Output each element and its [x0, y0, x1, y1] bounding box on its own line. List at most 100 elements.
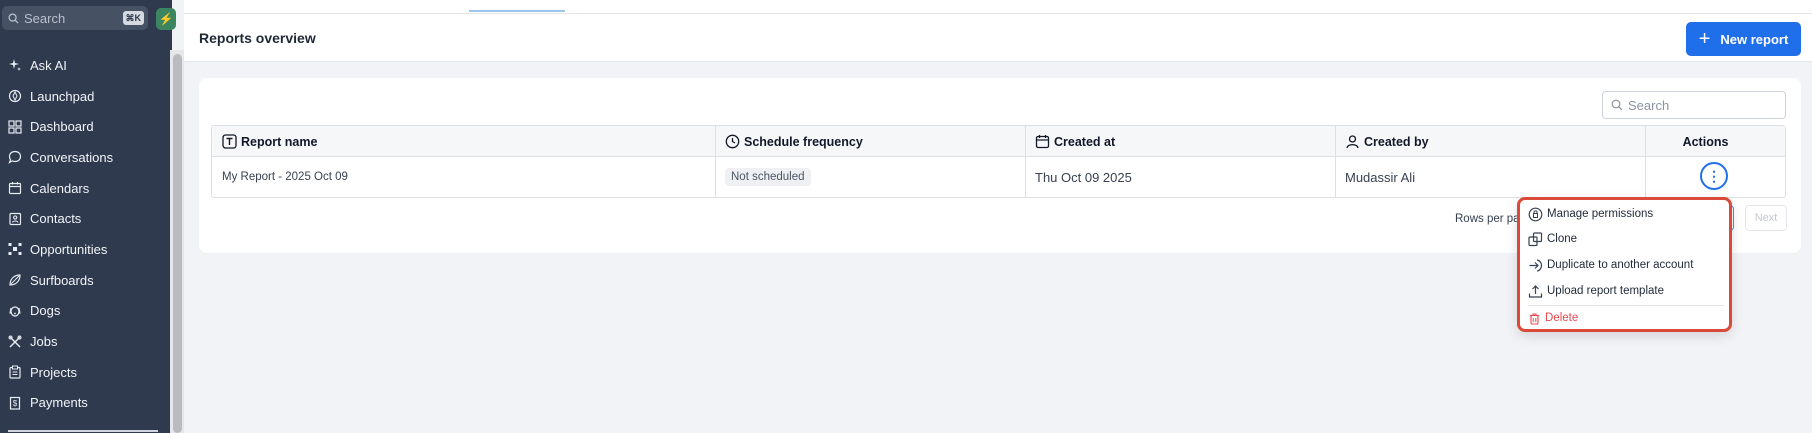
sidebar-item-payments[interactable]: $ Payments — [0, 388, 170, 419]
sidebar-item-label: Dogs — [30, 303, 61, 319]
sidebar-item-dogs[interactable]: Dogs — [0, 296, 170, 327]
sidebar-item-dashboard[interactable]: Dashboard — [0, 111, 170, 142]
sidebar-item-surfboards[interactable]: Surfboards — [0, 265, 170, 296]
sidebar-search-placeholder: Search — [24, 10, 66, 26]
column-header-created-at[interactable]: Created at — [1035, 126, 1115, 157]
permissions-icon — [1528, 207, 1543, 221]
calendar-icon — [1035, 135, 1050, 149]
duplicate-icon — [1529, 258, 1543, 272]
user-icon — [1346, 135, 1359, 149]
column-divider — [1025, 126, 1026, 197]
sidebar-divider — [8, 430, 158, 432]
sidebar-item-ask-ai[interactable]: Ask AI — [0, 50, 170, 81]
sidebar-item-label: Dashboard — [30, 119, 94, 135]
sidebar-item-launchpad[interactable]: Launchpad — [0, 81, 170, 112]
new-report-label: New report — [1720, 31, 1789, 47]
column-label: Created by — [1364, 134, 1429, 149]
contacts-icon — [9, 212, 22, 225]
reports-table: Report name Schedule frequency Created a… — [211, 125, 1786, 198]
sidebar-item-label: Payments — [30, 395, 88, 411]
more-actions-button[interactable]: ⋮ — [1700, 162, 1728, 190]
column-header-report-name[interactable]: Report name — [222, 126, 317, 157]
menu-item-label: Clone — [1547, 233, 1578, 245]
menu-item-label: Delete — [1545, 312, 1579, 324]
sidebar-item-label: Opportunities — [30, 241, 108, 257]
actions-menu: Manage permissions Clone Duplicate to an… — [1517, 197, 1732, 332]
report-name-cell[interactable]: My Report - 2025 Oct 09 — [222, 157, 348, 197]
column-label: Report name — [241, 134, 318, 149]
column-divider — [715, 126, 716, 197]
sidebar-item-projects[interactable]: Projects — [0, 357, 170, 388]
column-header-schedule-frequency[interactable]: Schedule frequency — [725, 126, 863, 157]
menu-item-duplicate[interactable]: Duplicate to another account — [1528, 254, 1693, 276]
sidebar-item-conversations[interactable]: Conversations — [0, 142, 170, 173]
status-badge: Not scheduled — [725, 168, 811, 186]
svg-text:$: $ — [13, 399, 18, 408]
column-divider — [1645, 126, 1646, 197]
column-header-created-by[interactable]: Created by — [1345, 126, 1429, 157]
sidebar-item-label: Calendars — [30, 180, 90, 196]
table-header: Report name Schedule frequency Created a… — [212, 126, 1785, 157]
calendar-icon — [8, 182, 22, 195]
grid-icon — [8, 120, 22, 134]
kebab-icon: ⋮ — [1707, 167, 1721, 184]
sidebar-item-calendars[interactable]: Calendars — [0, 173, 170, 204]
sidebar-scrollbar-thumb[interactable] — [173, 54, 182, 433]
page-title: Reports overview — [199, 30, 316, 46]
sidebar-item-label: Jobs — [30, 334, 58, 350]
trash-icon — [1530, 312, 1539, 325]
rows-per-page-label: Rows per pa — [1455, 213, 1520, 225]
bolt-icon[interactable]: ⚡ — [156, 8, 176, 30]
menu-item-label: Upload report template — [1547, 285, 1664, 297]
sidebar: Search ⌘K ⚡ Ask AI Launchpad Dashboard C… — [0, 0, 176, 433]
clock-icon — [725, 134, 740, 149]
shortcut-badge: ⌘K — [122, 11, 144, 25]
new-report-button[interactable]: + New report — [1686, 22, 1801, 56]
sidebar-item-label: Conversations — [30, 149, 114, 165]
clone-icon — [1528, 231, 1543, 246]
menu-item-delete[interactable]: Delete — [1528, 307, 1578, 329]
sidebar-nav: Ask AI Launchpad Dashboard Conversations… — [0, 50, 170, 418]
sidebar-item-label: Projects — [30, 364, 77, 380]
table-search-input[interactable]: Search — [1602, 91, 1786, 119]
menu-item-upload-template[interactable]: Upload report template — [1528, 280, 1664, 302]
sidebar-item-label: Launchpad — [30, 88, 95, 104]
network-icon — [8, 243, 22, 256]
search-icon — [1611, 99, 1623, 111]
dog-icon — [9, 306, 21, 317]
sidebar-item-label: Surfboards — [30, 272, 94, 288]
top-tab-strip — [184, 0, 1812, 14]
upload-icon — [1528, 284, 1543, 298]
sidebar-item-label: Ask AI — [30, 57, 67, 73]
next-page-button[interactable]: Next — [1745, 205, 1787, 231]
clipboard-icon — [9, 365, 21, 379]
created-by-cell: Mudassir Ali — [1345, 169, 1416, 185]
column-header-actions: Actions — [1626, 126, 1785, 157]
sidebar-search[interactable]: Search ⌘K — [2, 6, 148, 30]
column-divider — [1335, 126, 1336, 197]
sidebar-item-label: Contacts — [30, 211, 82, 227]
chat-icon — [8, 151, 22, 165]
menu-item-clone[interactable]: Clone — [1528, 228, 1577, 250]
menu-item-manage-permissions[interactable]: Manage permissions — [1528, 203, 1653, 225]
created-at-cell: Thu Oct 09 2025 — [1035, 169, 1132, 185]
search-icon — [8, 12, 19, 24]
column-label: Schedule frequency — [744, 134, 863, 149]
schedule-cell: Not scheduled — [725, 157, 811, 197]
column-label: Created at — [1054, 134, 1116, 149]
plus-icon: + — [1698, 28, 1711, 50]
column-label: Actions — [1682, 134, 1729, 149]
sidebar-item-jobs[interactable]: Jobs — [0, 326, 170, 357]
tools-icon — [8, 335, 22, 348]
text-type-icon — [222, 134, 237, 149]
sidebar-item-opportunities[interactable]: Opportunities — [0, 234, 170, 265]
sparkle-icon — [9, 59, 21, 72]
menu-item-label: Duplicate to another account — [1547, 259, 1694, 271]
menu-item-label: Manage permissions — [1547, 208, 1654, 220]
page-header: Reports overview + New report — [184, 14, 1812, 62]
rocket-icon — [8, 89, 22, 103]
sidebar-item-contacts[interactable]: Contacts — [0, 203, 170, 234]
surfboard-icon — [9, 274, 21, 286]
table-search-placeholder: Search — [1628, 97, 1670, 113]
receipt-icon: $ — [9, 396, 21, 410]
